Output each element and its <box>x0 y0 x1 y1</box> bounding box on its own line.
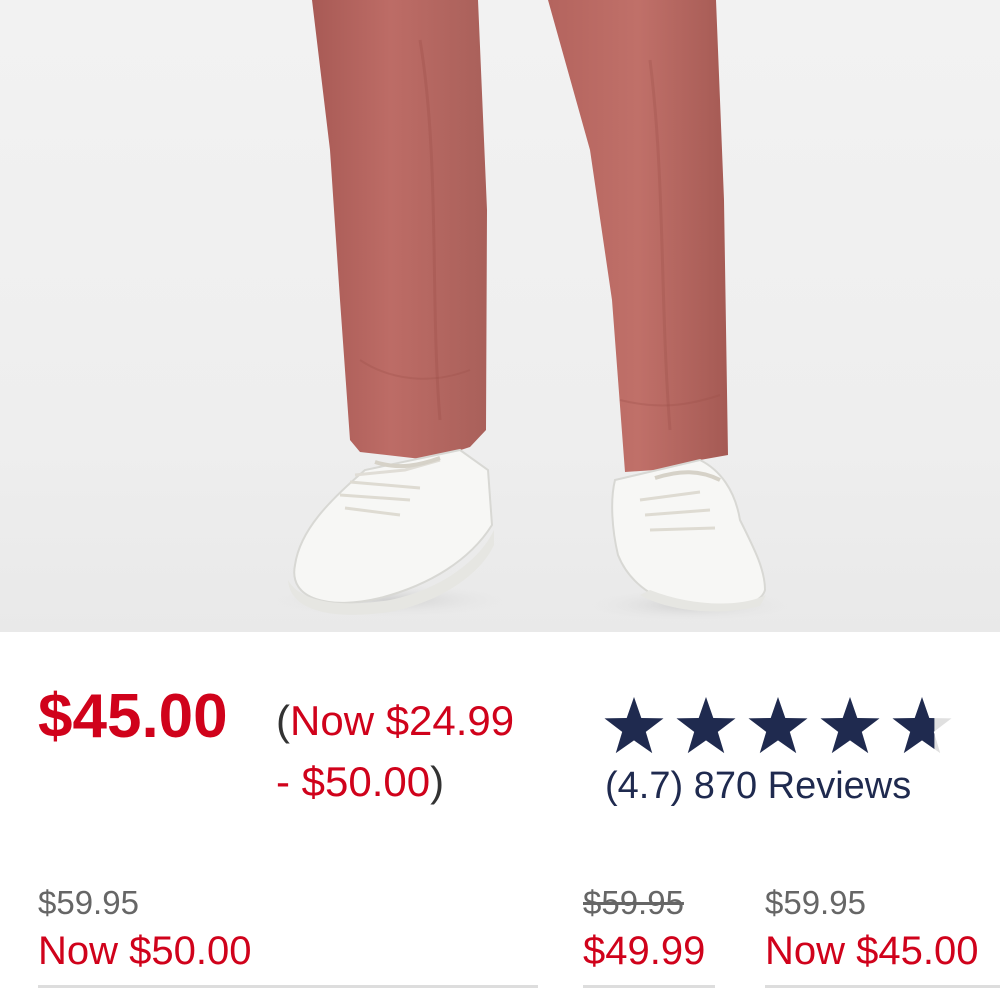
pants-left-leg <box>312 0 487 460</box>
price-range: (Now $24.99 - $50.00) <box>276 690 576 812</box>
price-range-line2: - $50.00 <box>276 758 431 805</box>
price-range-close-paren: ) <box>430 758 445 805</box>
sale-price: $45.00 <box>38 682 228 751</box>
product-image[interactable] <box>0 0 1000 632</box>
divider <box>583 985 715 988</box>
current-price: Now $45.00 <box>765 929 979 973</box>
star-filled-icon <box>676 697 736 754</box>
divider <box>38 985 538 988</box>
rating-summary[interactable]: (4.7) 870 Reviews <box>605 765 911 808</box>
star-filled-icon <box>748 697 808 754</box>
right-sneaker <box>611 458 767 612</box>
star-rating[interactable] <box>603 695 958 761</box>
divider <box>765 985 1000 988</box>
original-price: $59.95 <box>765 884 866 921</box>
variant-price-1[interactable]: $59.95 Now $50.00 <box>38 883 251 976</box>
original-price-struck: $59.95 <box>583 884 684 921</box>
star-filled-icon <box>604 697 664 754</box>
current-price: $49.99 <box>583 929 706 973</box>
current-price: Now $50.00 <box>38 929 252 973</box>
variant-price-2[interactable]: $59.95 $49.99 <box>583 883 705 976</box>
price-range-line1: Now $24.99 <box>290 697 515 744</box>
original-price: $59.95 <box>38 884 139 921</box>
star-filled-icon <box>820 697 880 754</box>
price-range-open-paren: ( <box>276 697 290 744</box>
variant-price-3[interactable]: $59.95 Now $45.00 <box>765 883 978 976</box>
